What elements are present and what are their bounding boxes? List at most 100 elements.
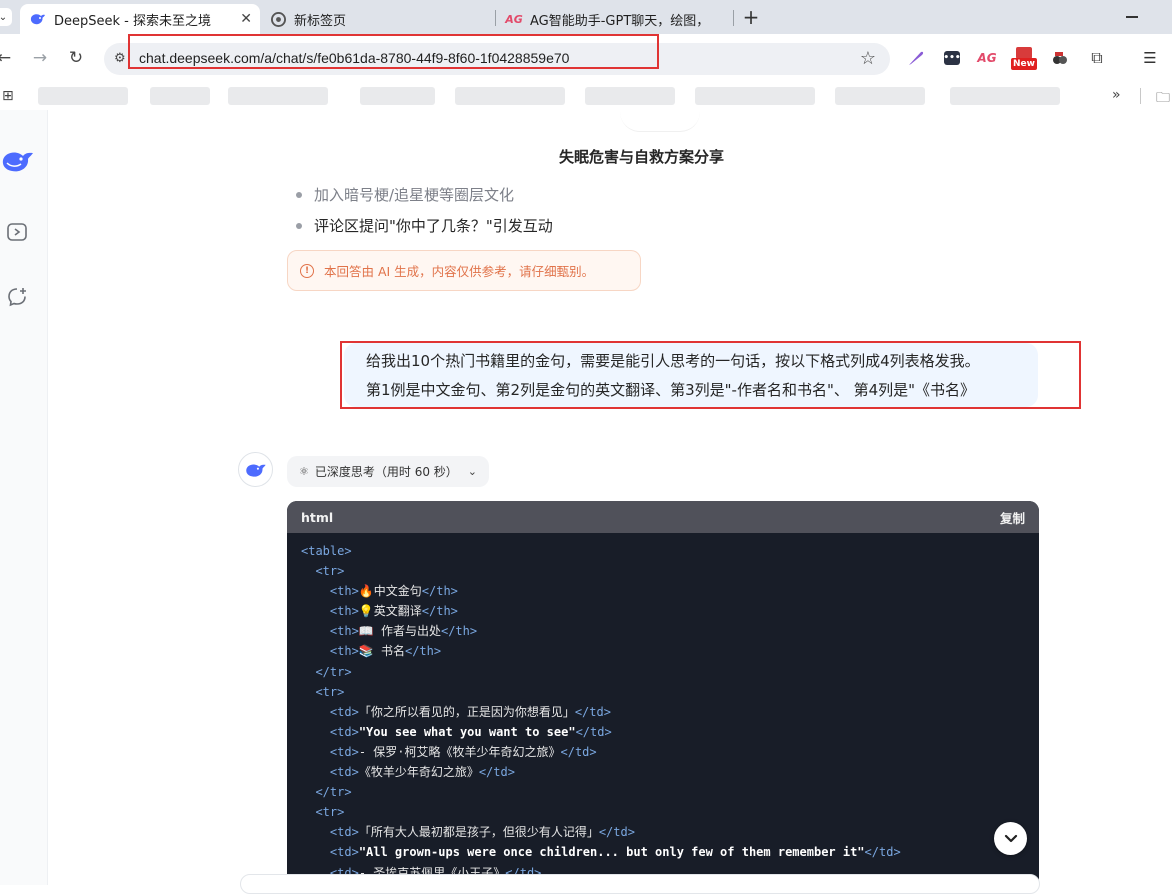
code-tag: </tr> xyxy=(315,785,352,800)
assistant-avatar xyxy=(238,452,273,487)
bookmark-item[interactable] xyxy=(150,87,210,105)
atom-icon: ⚛ xyxy=(299,465,309,478)
bookmark-divider xyxy=(1140,88,1141,104)
code-line: <th>📖 作者与出处</th> xyxy=(301,621,901,641)
url-highlight-box xyxy=(128,34,659,69)
code-tag: <td> xyxy=(329,704,359,719)
bookmark-item[interactable] xyxy=(585,87,675,105)
forward-arrow-icon[interactable]: → xyxy=(28,46,52,70)
code-line: <td>"You see what you want to see"</td> xyxy=(301,722,901,742)
code-text: 📚 书名 xyxy=(358,644,405,659)
more-bookmarks-chevron-icon[interactable]: » xyxy=(1112,87,1121,103)
code-tag: </tr> xyxy=(315,664,352,679)
code-line: <td>"All grown-ups were once children...… xyxy=(301,842,901,862)
code-tag: </td> xyxy=(598,825,635,840)
list-item: 评论区提问"你中了几条？"引发互动 xyxy=(296,215,553,236)
code-text: 「所有大人最初都是孩子，但很少有人记得」 xyxy=(358,825,599,840)
code-body: <table> <tr> <th>🔥中文金句</th> <th>💡英文翻译</t… xyxy=(301,541,901,883)
tab-new-tab[interactable]: 新标签页 xyxy=(260,4,496,34)
bookmark-item[interactable] xyxy=(835,87,925,105)
code-line: <td>《牧羊少年奇幻之旅》</td> xyxy=(301,762,901,782)
code-tag: </td> xyxy=(560,744,597,759)
quill-extension-icon[interactable] xyxy=(906,48,926,68)
ag-extension-icon[interactable]: AG xyxy=(977,48,997,68)
code-tag: </th> xyxy=(421,584,458,599)
scroll-to-bottom-button[interactable] xyxy=(994,822,1027,855)
code-language-label: html xyxy=(301,509,334,525)
thinking-label: 已深度思考（用时 60 秒） xyxy=(314,465,458,479)
bookmark-item[interactable] xyxy=(228,87,328,105)
bookmark-item[interactable] xyxy=(950,87,1060,105)
code-line: <td>「你之所以看见的，正是因为你想看见」</td> xyxy=(301,702,901,722)
tab-title: DeepSeek - 探索未至之境 xyxy=(54,13,211,29)
chevron-down-icon: ⌄ xyxy=(467,465,477,478)
new-badge-extension-icon[interactable]: New xyxy=(1011,47,1037,70)
bookmark-item[interactable] xyxy=(455,87,565,105)
chevron-down-icon xyxy=(1004,834,1017,842)
camera-extension-icon[interactable] xyxy=(1050,48,1070,68)
disclaimer-text: 本回答由 AI 生成，内容仅供参考，请仔细甄别。 xyxy=(324,264,595,279)
back-arrow-icon[interactable]: ← xyxy=(0,46,16,70)
ag-logo-icon: AG xyxy=(505,12,523,26)
code-tag: </td> xyxy=(478,765,515,780)
tab-ag-assistant[interactable]: AG AG智能助手-GPT聊天，绘图， xyxy=(496,4,732,34)
bookmarks-bar: ⊞ » 🗀 xyxy=(0,82,1172,110)
close-tab-icon[interactable]: ✕ xyxy=(240,11,252,27)
code-tag: <th> xyxy=(329,604,359,619)
list-item: 加入暗号梗/追星梗等圈层文化 xyxy=(296,184,514,205)
new-badge: New xyxy=(1011,58,1037,70)
new-tab-button[interactable]: + xyxy=(740,4,762,30)
tab-deepseek[interactable]: DeepSeek - 探索未至之境 ✕ xyxy=(20,4,260,34)
code-tag: <table> xyxy=(301,544,352,558)
bookmark-star-icon[interactable]: ☆ xyxy=(860,48,876,69)
code-line: <td>「所有大人最初都是孩子，但很少有人记得」</td> xyxy=(301,822,901,842)
minimize-window-button[interactable] xyxy=(1120,6,1144,26)
bullet-dot xyxy=(296,222,302,229)
copy-code-button[interactable]: 复制 xyxy=(1000,508,1025,527)
code-line: <tr> xyxy=(301,802,901,822)
code-tag: <th> xyxy=(329,584,359,599)
list-item-text: 评论区提问"你中了几条？"引发互动 xyxy=(314,217,553,235)
open-sidebar-icon[interactable] xyxy=(4,219,30,245)
new-chat-icon[interactable] xyxy=(4,284,30,310)
code-text: 💡英文翻译 xyxy=(358,604,422,619)
code-tag: </th> xyxy=(421,604,458,619)
bookmark-item[interactable] xyxy=(360,87,435,105)
code-line: <tr> xyxy=(301,561,901,581)
code-line: <th>📚 书名</th> xyxy=(301,641,901,661)
code-tag: <td> xyxy=(329,744,359,759)
code-tag: <tr> xyxy=(315,684,345,699)
code-line: <th>💡英文翻译</th> xyxy=(301,601,901,621)
browser-toolbar: ← → ↻ ⚙ chat.deepseek.com/a/chat/s/fe0b6… xyxy=(0,34,1172,82)
tab-title: AG智能助手-GPT聊天，绘图， xyxy=(530,13,710,29)
reload-icon[interactable]: ↻ xyxy=(64,46,88,70)
code-text: 《牧羊少年奇幻之旅》 xyxy=(358,765,479,780)
code-tag: <th> xyxy=(329,624,359,639)
chrome-icon xyxy=(270,11,286,27)
site-info-icon[interactable]: ⚙ xyxy=(114,51,126,66)
apps-grid-icon[interactable]: ⊞ xyxy=(2,88,14,104)
code-tag: <tr> xyxy=(315,805,345,820)
deep-thinking-toggle[interactable]: ⚛ 已深度思考（用时 60 秒） ⌄ xyxy=(287,456,489,487)
deepseek-logo-icon[interactable] xyxy=(0,146,36,176)
header-fade xyxy=(620,112,700,132)
folder-icon[interactable]: 🗀 xyxy=(1156,87,1170,111)
code-block: html 复制 <table> <tr> <th>🔥中文金句</th> <th>… xyxy=(287,501,1039,885)
bookmark-item[interactable] xyxy=(38,87,128,105)
more-dots-extension-icon[interactable]: ••• xyxy=(942,48,962,68)
code-tag: </td> xyxy=(864,845,901,860)
tab-title: 新标签页 xyxy=(294,13,347,29)
app-sidebar xyxy=(0,110,48,885)
tab-search-button[interactable]: ⌄ xyxy=(0,8,12,26)
extensions-puzzle-icon[interactable]: ⧉ xyxy=(1087,48,1107,68)
code-tag: <tr> xyxy=(315,564,345,579)
tab-divider xyxy=(733,10,734,26)
code-tag: </td> xyxy=(574,704,611,719)
reading-list-icon[interactable]: ☰ xyxy=(1140,48,1160,68)
info-circle-icon: ! xyxy=(300,263,314,278)
code-text: "You see what you want to see" xyxy=(358,724,576,739)
code-line: <th>🔥中文金句</th> xyxy=(301,581,901,601)
code-tag: </th> xyxy=(440,624,478,639)
message-input-box[interactable] xyxy=(240,874,1040,894)
bookmark-item[interactable] xyxy=(695,87,815,105)
